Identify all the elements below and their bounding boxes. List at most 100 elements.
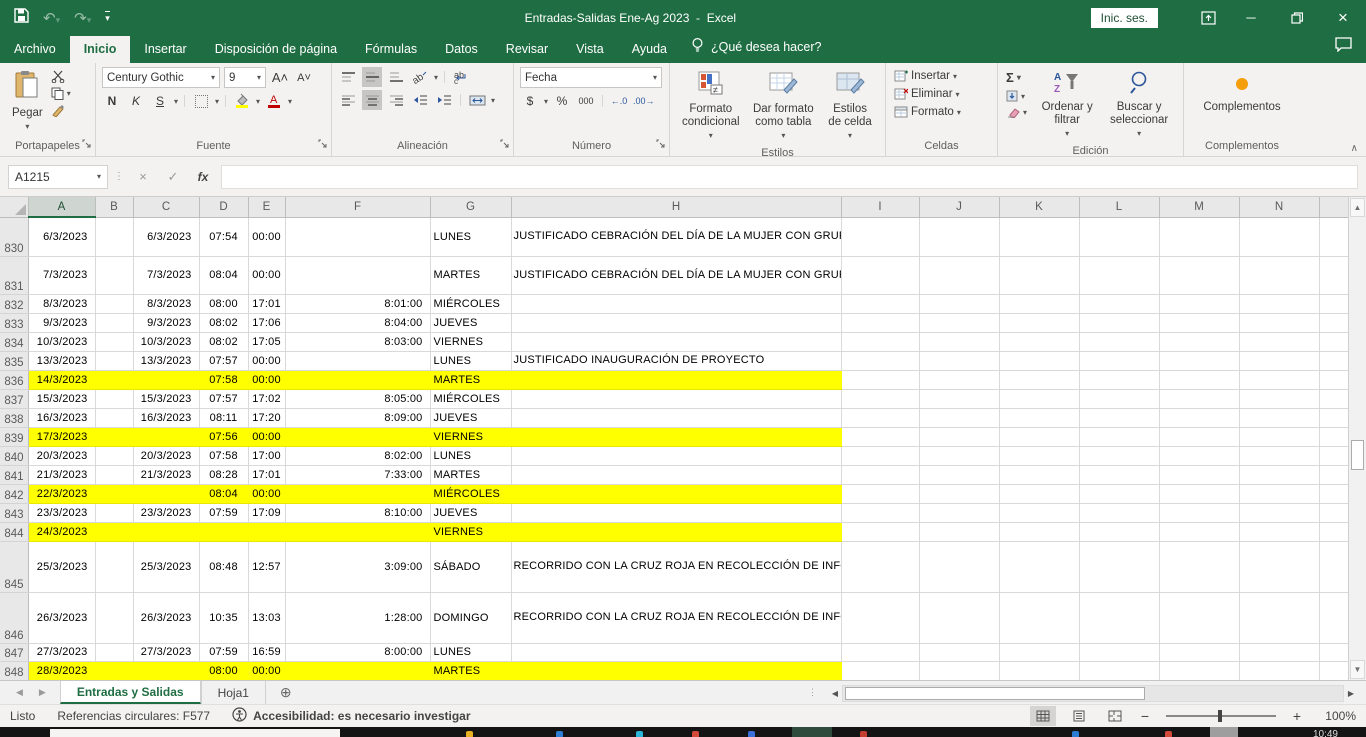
cell-I830[interactable] <box>841 217 919 256</box>
cell-H841[interactable] <box>511 465 841 484</box>
cell-M839[interactable] <box>1159 427 1239 446</box>
column-header-partial[interactable] <box>1319 197 1348 217</box>
ribbon-tab-ayuda[interactable]: Ayuda <box>618 36 681 63</box>
cell-G841[interactable]: MARTES <box>430 465 511 484</box>
cell-D833[interactable]: 08:02 <box>199 313 248 332</box>
ribbon-tab-disposición-de-página[interactable]: Disposición de página <box>201 36 351 63</box>
decrease-font-icon[interactable]: A˅ <box>294 68 314 88</box>
cell-I842[interactable] <box>841 484 919 503</box>
cell-A838[interactable]: 16/3/2023 <box>28 408 95 427</box>
cell-G839[interactable]: VIERNES <box>430 427 511 446</box>
cell-D838[interactable]: 08:11 <box>199 408 248 427</box>
row-header-843[interactable]: 843 <box>0 503 28 522</box>
cell-partial-843[interactable] <box>1319 503 1348 522</box>
name-box-dropdown-arrow[interactable]: ▾ <box>97 172 101 181</box>
row-header-834[interactable]: 834 <box>0 332 28 351</box>
cell-C848[interactable] <box>133 661 199 680</box>
alignment-dialog-launcher-icon[interactable] <box>500 137 509 153</box>
zoom-level[interactable]: 100% <box>1314 709 1356 723</box>
cell-N834[interactable] <box>1239 332 1319 351</box>
cell-D842[interactable]: 08:04 <box>199 484 248 503</box>
cell-K839[interactable] <box>999 427 1079 446</box>
cell-N848[interactable] <box>1239 661 1319 680</box>
cell-N838[interactable] <box>1239 408 1319 427</box>
conditional-formatting-button[interactable]: ≠ Formato condicional▾ <box>676 67 746 145</box>
insert-function-icon[interactable]: fx <box>191 170 215 184</box>
cell-C831[interactable]: 7/3/2023 <box>133 256 199 294</box>
cell-H831[interactable]: JUSTIFICADO CEBRACIÓN DEL DÍA DE LA MUJE… <box>511 256 841 294</box>
cell-D845[interactable]: 08:48 <box>199 541 248 592</box>
cell-M835[interactable] <box>1159 351 1239 370</box>
cell-L834[interactable] <box>1079 332 1159 351</box>
cell-L835[interactable] <box>1079 351 1159 370</box>
cell-B833[interactable] <box>95 313 133 332</box>
cell-H846[interactable]: RECORRIDO CON LA CRUZ ROJA EN RECOLECCIÓ… <box>511 592 841 643</box>
ribbon-display-options-icon[interactable] <box>1188 0 1228 35</box>
undo-icon[interactable]: ↶▾ <box>43 9 60 27</box>
vertical-scrollbar[interactable]: ▲ ▼ <box>1348 197 1366 680</box>
cell-B831[interactable] <box>95 256 133 294</box>
cell-G831[interactable]: MARTES <box>430 256 511 294</box>
cell-H845[interactable]: RECORRIDO CON LA CRUZ ROJA EN RECOLECCIÓ… <box>511 541 841 592</box>
cell-I848[interactable] <box>841 661 919 680</box>
cell-G845[interactable]: SÁBADO <box>430 541 511 592</box>
cell-C835[interactable]: 13/3/2023 <box>133 351 199 370</box>
cell-D832[interactable]: 08:00 <box>199 294 248 313</box>
cell-F832[interactable]: 8:01:00 <box>285 294 430 313</box>
cell-D835[interactable]: 07:57 <box>199 351 248 370</box>
cell-N835[interactable] <box>1239 351 1319 370</box>
cell-partial-837[interactable] <box>1319 389 1348 408</box>
autosum-icon[interactable]: Σ ▾ <box>1006 70 1027 85</box>
font-dialog-launcher-icon[interactable] <box>318 137 327 153</box>
cell-F842[interactable] <box>285 484 430 503</box>
page-layout-view-icon[interactable] <box>1066 706 1092 726</box>
cell-A833[interactable]: 9/3/2023 <box>28 313 95 332</box>
cell-L844[interactable] <box>1079 522 1159 541</box>
cell-H836[interactable] <box>511 370 841 389</box>
column-header-M[interactable]: M <box>1159 197 1239 217</box>
accessibility-status[interactable]: Accesibilidad: es necesario investigar <box>232 707 470 725</box>
paste-dropdown-arrow[interactable]: ▾ <box>25 120 29 133</box>
cell-A831[interactable]: 7/3/2023 <box>28 256 95 294</box>
scroll-down-icon[interactable]: ▼ <box>1350 660 1365 679</box>
merge-dropdown-arrow[interactable]: ▾ <box>491 96 495 105</box>
cell-partial-839[interactable] <box>1319 427 1348 446</box>
save-icon[interactable] <box>14 8 29 27</box>
cell-partial-838[interactable] <box>1319 408 1348 427</box>
number-format-combo[interactable]: Fecha▾ <box>520 67 662 88</box>
paste-button[interactable]: Pegar ▾ <box>6 67 49 136</box>
cell-C839[interactable] <box>133 427 199 446</box>
cell-B832[interactable] <box>95 294 133 313</box>
normal-view-icon[interactable] <box>1030 706 1056 726</box>
cell-M848[interactable] <box>1159 661 1239 680</box>
cell-N843[interactable] <box>1239 503 1319 522</box>
cell-N839[interactable] <box>1239 427 1319 446</box>
scroll-up-icon[interactable]: ▲ <box>1350 198 1365 217</box>
cell-N831[interactable] <box>1239 256 1319 294</box>
cell-K837[interactable] <box>999 389 1079 408</box>
cell-B834[interactable] <box>95 332 133 351</box>
cell-J837[interactable] <box>919 389 999 408</box>
cell-G842[interactable]: MIÉRCOLES <box>430 484 511 503</box>
cell-E841[interactable]: 17:01 <box>248 465 285 484</box>
increase-indent-icon[interactable] <box>434 90 454 110</box>
cell-M842[interactable] <box>1159 484 1239 503</box>
cell-K841[interactable] <box>999 465 1079 484</box>
cell-F833[interactable]: 8:04:00 <box>285 313 430 332</box>
zoom-slider-thumb[interactable] <box>1218 710 1222 722</box>
cell-K836[interactable] <box>999 370 1079 389</box>
cell-K844[interactable] <box>999 522 1079 541</box>
cell-I836[interactable] <box>841 370 919 389</box>
cell-L845[interactable] <box>1079 541 1159 592</box>
cell-N836[interactable] <box>1239 370 1319 389</box>
cell-C842[interactable] <box>133 484 199 503</box>
increase-font-icon[interactable]: A˄ <box>270 68 290 88</box>
column-header-K[interactable]: K <box>999 197 1079 217</box>
cell-J838[interactable] <box>919 408 999 427</box>
cell-F847[interactable]: 8:00:00 <box>285 643 430 661</box>
cell-H844[interactable] <box>511 522 841 541</box>
cell-N847[interactable] <box>1239 643 1319 661</box>
cell-M830[interactable] <box>1159 217 1239 256</box>
column-header-H[interactable]: H <box>511 197 841 217</box>
align-left-icon[interactable] <box>338 90 358 110</box>
